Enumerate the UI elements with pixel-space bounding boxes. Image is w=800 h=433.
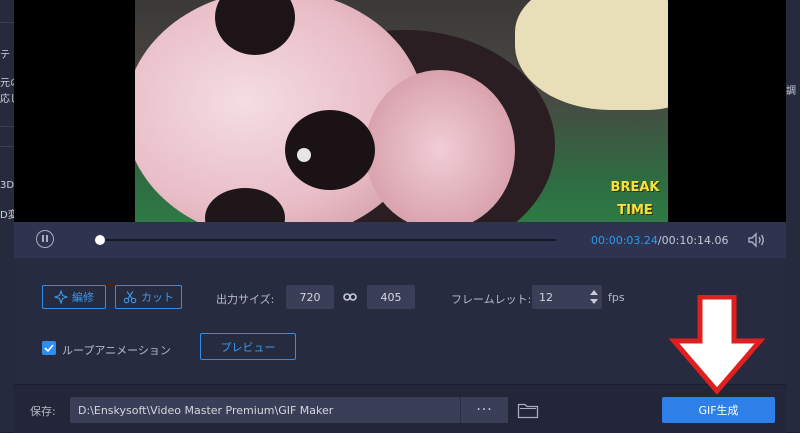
total-time: /00:10:14.06: [657, 234, 729, 247]
video-overlay-text: BREAK TIME: [605, 176, 665, 222]
framerate-spinner[interactable]: [590, 288, 598, 306]
edit-button-label: 編修: [72, 291, 94, 304]
time-display: 00:00:03.24/00:10:14.06: [591, 234, 729, 247]
video-preview: BREAK TIME: [14, 0, 786, 222]
check-icon: [44, 344, 54, 352]
save-label: 保存:: [30, 405, 56, 418]
output-size-label: 出力サイズ:: [216, 293, 275, 306]
loop-animation-label: ループアニメーション: [62, 344, 171, 357]
framerate-label: フレームレット:: [451, 293, 532, 306]
background-app-right: 調: [786, 0, 800, 432]
output-height-input[interactable]: 405: [367, 285, 415, 309]
video-frame: BREAK TIME: [135, 0, 668, 222]
overlay-line-break: BREAK: [610, 180, 660, 195]
spinner-up-icon[interactable]: [590, 290, 598, 295]
framerate-input[interactable]: 12: [532, 285, 602, 309]
spinner-down-icon[interactable]: [590, 299, 598, 304]
background-text: D変: [0, 210, 14, 221]
background-text: 元の: [0, 78, 14, 89]
link-chain-icon[interactable]: [343, 291, 357, 303]
seek-thumb[interactable]: [95, 235, 106, 245]
save-path-field[interactable]: D:\Enskysoft\Video Master Premium\GIF Ma…: [70, 397, 460, 423]
loop-animation-checkbox[interactable]: [42, 341, 56, 355]
browse-more-button[interactable]: ···: [460, 397, 508, 423]
current-time: 00:00:03.24: [591, 234, 658, 247]
background-text: 3D: [0, 180, 14, 191]
sparkle-star-icon: [54, 290, 68, 304]
cut-button-label: カット: [141, 291, 174, 304]
pause-button[interactable]: [36, 230, 54, 248]
preview-button-label: プレビュー: [220, 340, 276, 354]
generate-gif-button[interactable]: GIF生成: [662, 397, 775, 423]
scissors-icon: [123, 291, 137, 304]
fps-unit-label: fps: [608, 291, 625, 304]
edit-button[interactable]: 編修: [42, 285, 106, 309]
red-down-arrow-icon: [668, 295, 766, 395]
background-text: テ: [0, 50, 10, 61]
open-folder-icon[interactable]: [517, 401, 539, 419]
playback-controls: 00:00:03.24/00:10:14.06: [14, 222, 786, 258]
framerate-value: 12: [539, 290, 553, 304]
volume-icon[interactable]: [747, 232, 767, 248]
background-text: 応じ: [0, 94, 14, 105]
background-app-left: テ 元の 応じ 3D D変: [0, 0, 14, 432]
cut-button[interactable]: カット: [115, 285, 182, 309]
seek-bar[interactable]: [95, 235, 556, 245]
background-text: 調: [786, 86, 796, 97]
output-width-input[interactable]: 720: [286, 285, 334, 309]
overlay-line-time: TIME: [617, 203, 653, 218]
preview-button[interactable]: プレビュー: [200, 333, 296, 360]
